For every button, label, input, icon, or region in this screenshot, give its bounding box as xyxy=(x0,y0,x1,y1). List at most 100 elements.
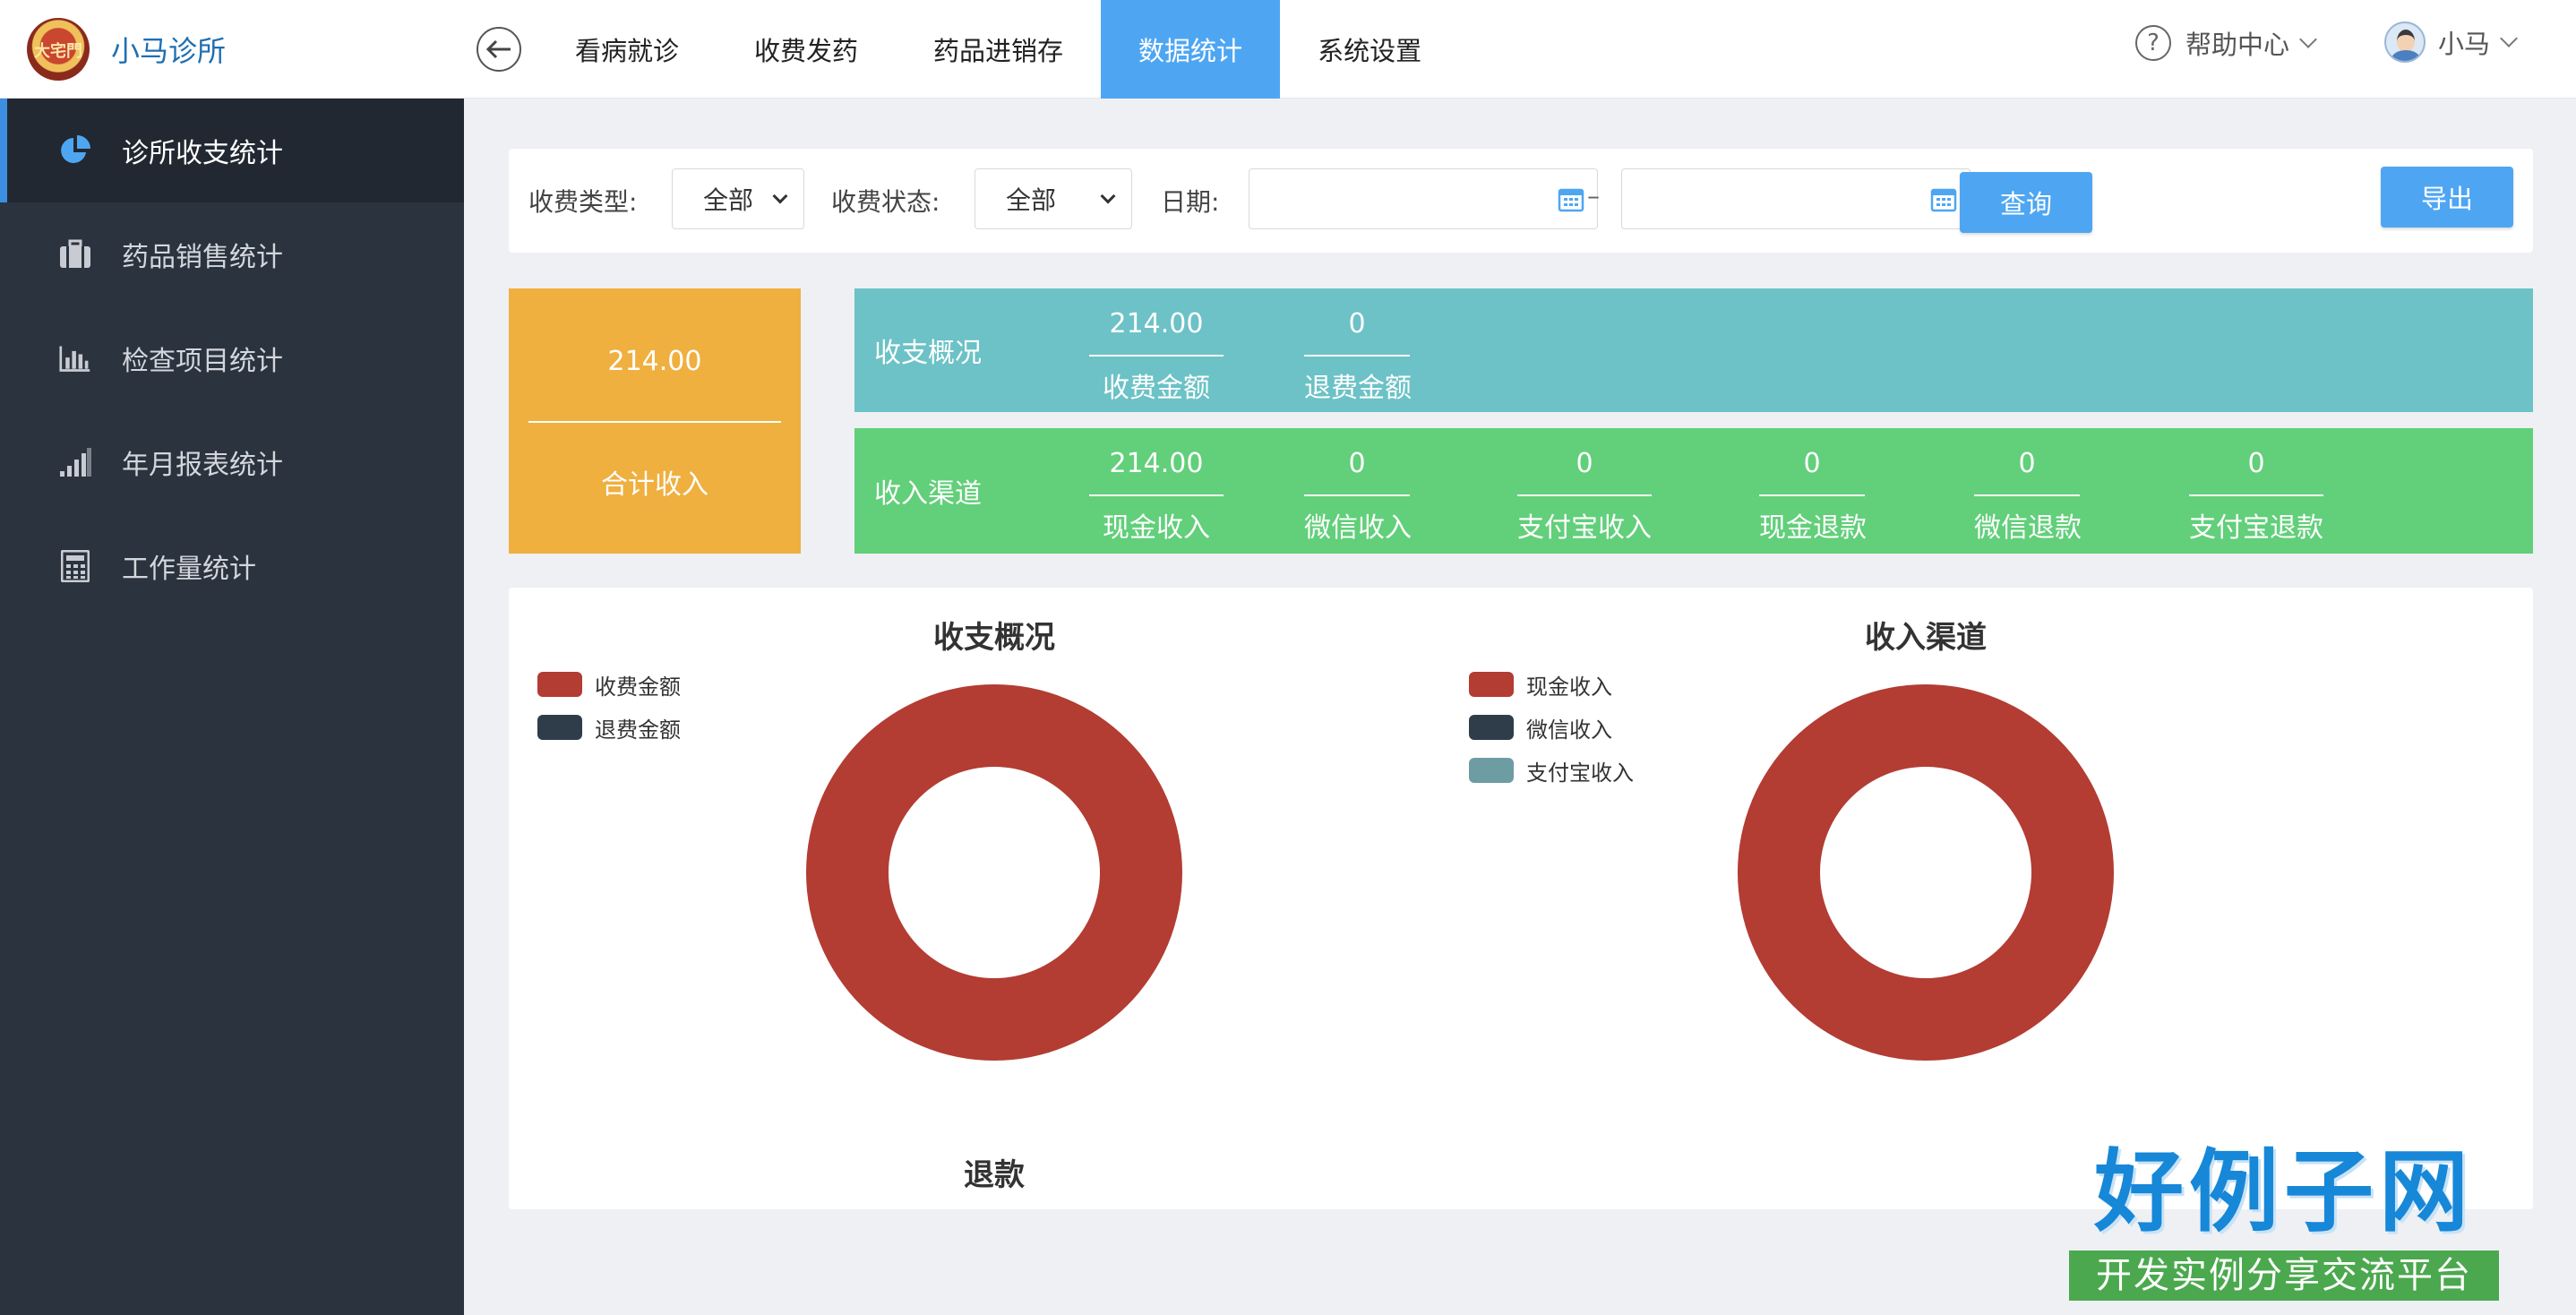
pie-chart-icon xyxy=(59,134,91,167)
sidebar-item-workload[interactable]: 工作量统计 xyxy=(0,514,464,618)
nav-item-billing[interactable]: 收费发药 xyxy=(717,0,896,99)
stat-charge-amount: 214.00 收费金额 xyxy=(1089,305,1224,405)
fee-type-select[interactable]: 全部 xyxy=(672,168,804,229)
divider xyxy=(1759,494,1865,496)
nav-item-consult[interactable]: 看病就诊 xyxy=(537,0,717,99)
clinic-logo: 大宅門 xyxy=(27,18,90,81)
nav-item-statistics[interactable]: 数据统计 xyxy=(1101,0,1281,99)
donut-slice-1[interactable] xyxy=(1738,684,2114,1061)
donut-chart-channel xyxy=(1738,684,2114,1061)
legend-item[interactable]: 收费金额 xyxy=(537,663,681,706)
legend-item[interactable]: 微信收入 xyxy=(1469,706,1634,749)
stat-value: 0 xyxy=(1803,448,1821,479)
chevron-down-icon xyxy=(1100,188,1116,204)
chart-title-refund: 退款 xyxy=(964,1157,1025,1193)
legend-label: 现金收入 xyxy=(1526,674,1612,700)
divider xyxy=(1974,494,2080,496)
total-income-card: 214.00 合计收入 xyxy=(509,288,801,554)
sidebar-item-label: 工作量统计 xyxy=(122,554,256,585)
help-center-menu[interactable]: ? 帮助中心 xyxy=(2135,23,2317,63)
divider xyxy=(1304,355,1410,357)
stat-label: 现金退款 xyxy=(1759,512,1867,544)
stat-label: 收费金额 xyxy=(1103,373,1210,404)
legend-item[interactable]: 支付宝收入 xyxy=(1469,749,1634,792)
user-name: 小马 xyxy=(2438,29,2491,59)
stat-refund-amount: 0 退费金额 xyxy=(1304,305,1412,405)
signal-bars-icon xyxy=(59,446,91,478)
brand[interactable]: 大宅門 小马诊所 xyxy=(27,14,226,84)
sidebar-item-label: 检查项目统计 xyxy=(122,346,283,377)
nav-item-settings[interactable]: 系统设置 xyxy=(1280,0,1459,99)
legend-label: 退费金额 xyxy=(595,717,681,743)
divider xyxy=(1517,494,1652,496)
back-arrow-icon[interactable] xyxy=(477,27,521,72)
income-overview-row: 收支概况 214.00 收费金额 0 退费金额 xyxy=(854,288,2533,412)
legend-channel: 现金收入 微信收入 支付宝收入 xyxy=(1469,663,1634,792)
bar-chart-icon xyxy=(59,342,91,374)
income-channel-row: 收入渠道 214.00 现金收入 0 微信收入 0 支付宝收入 0 现金退款 0… xyxy=(854,428,2533,554)
sidebar-item-clinic-finance[interactable]: 诊所收支统计 xyxy=(0,99,464,202)
stat-label: 微信退款 xyxy=(1974,512,2082,544)
export-button[interactable]: 导出 xyxy=(2381,167,2513,228)
stat-wechat-refund: 0 微信退款 xyxy=(1974,444,2082,545)
donut-slice-1[interactable] xyxy=(806,684,1182,1061)
row-title: 收支概况 xyxy=(874,338,982,369)
stat-label: 现金收入 xyxy=(1103,512,1210,544)
fee-status-select[interactable]: 全部 xyxy=(975,168,1132,229)
calendar-icon[interactable] xyxy=(1930,185,1957,212)
fee-type-label: 收费类型: xyxy=(528,187,638,217)
row-title: 收入渠道 xyxy=(874,478,982,510)
legend-label: 微信收入 xyxy=(1526,717,1612,743)
sidebar-item-drug-sales[interactable]: 药品销售统计 xyxy=(0,202,464,306)
sidebar-item-label: 药品销售统计 xyxy=(122,242,283,273)
divider xyxy=(2189,494,2323,496)
stat-value: 0 xyxy=(1348,308,1366,339)
briefcase-icon xyxy=(59,238,91,271)
legend-swatch xyxy=(1469,672,1514,697)
nav-item-pharmacy[interactable]: 药品进销存 xyxy=(896,0,1101,99)
watermark-sub: 开发实例分享交流平台 xyxy=(2069,1251,2499,1301)
legend-swatch xyxy=(1469,758,1514,783)
sidebar-item-label: 年月报表统计 xyxy=(122,450,283,481)
sidebar-item-label: 诊所收支统计 xyxy=(122,138,283,169)
stat-value: 0 xyxy=(1348,448,1366,479)
divider xyxy=(1089,494,1224,496)
top-bar: 大宅門 小马诊所 看病就诊 收费发药 药品进销存 数据统计 系统设置 ? 帮助中… xyxy=(0,0,2576,99)
main-nav: 看病就诊 收费发药 药品进销存 数据统计 系统设置 xyxy=(537,0,1459,99)
sidebar-item-monthly-report[interactable]: 年月报表统计 xyxy=(0,410,464,514)
watermark-main: 好例子网 xyxy=(2094,1139,2474,1244)
total-income-value: 214.00 xyxy=(607,346,702,377)
divider xyxy=(1304,494,1410,496)
calendar-icon[interactable] xyxy=(1558,185,1584,212)
legend-label: 支付宝收入 xyxy=(1526,760,1634,786)
sidebar: 诊所收支统计 药品销售统计 检查项目统计 年月报表统计 工作量统计 xyxy=(0,99,464,1315)
avatar xyxy=(2384,21,2426,63)
user-menu[interactable]: 小马 xyxy=(2384,20,2518,64)
fee-status-label: 收费状态: xyxy=(831,187,940,217)
legend-item[interactable]: 现金收入 xyxy=(1469,663,1634,706)
chevron-down-icon xyxy=(772,188,788,204)
sidebar-item-exam-items[interactable]: 检查项目统计 xyxy=(0,306,464,410)
end-date-input[interactable] xyxy=(1621,168,1971,229)
chevron-down-icon xyxy=(2500,30,2518,47)
chart-title-channel: 收入渠道 xyxy=(1865,620,1987,656)
stat-cash-income: 214.00 现金收入 xyxy=(1089,444,1224,545)
stat-wechat-income: 0 微信收入 xyxy=(1304,444,1412,545)
stat-label: 退费金额 xyxy=(1304,373,1412,404)
calculator-icon xyxy=(59,550,91,582)
clinic-name: 小马诊所 xyxy=(111,34,227,68)
legend-item[interactable]: 退费金额 xyxy=(537,706,681,749)
legend-overview: 收费金额 退费金额 xyxy=(537,663,681,749)
charts-panel: 收支概况 收费金额 退费金额 收入渠道 现金收入 微信收入 支付宝收入 退款 xyxy=(509,588,2533,1209)
stat-value: 214.00 xyxy=(1109,448,1204,479)
stat-value: 0 xyxy=(1576,448,1593,479)
total-income-label: 合计收入 xyxy=(601,469,708,501)
query-button[interactable]: 查询 xyxy=(1960,172,2092,233)
stat-label: 支付宝退款 xyxy=(2189,512,2323,544)
fee-status-value: 全部 xyxy=(1006,185,1057,215)
legend-swatch xyxy=(537,672,582,697)
stat-label: 支付宝收入 xyxy=(1517,512,1652,544)
start-date-input[interactable] xyxy=(1249,168,1598,229)
chevron-down-icon xyxy=(2299,30,2317,48)
legend-swatch xyxy=(537,715,582,740)
